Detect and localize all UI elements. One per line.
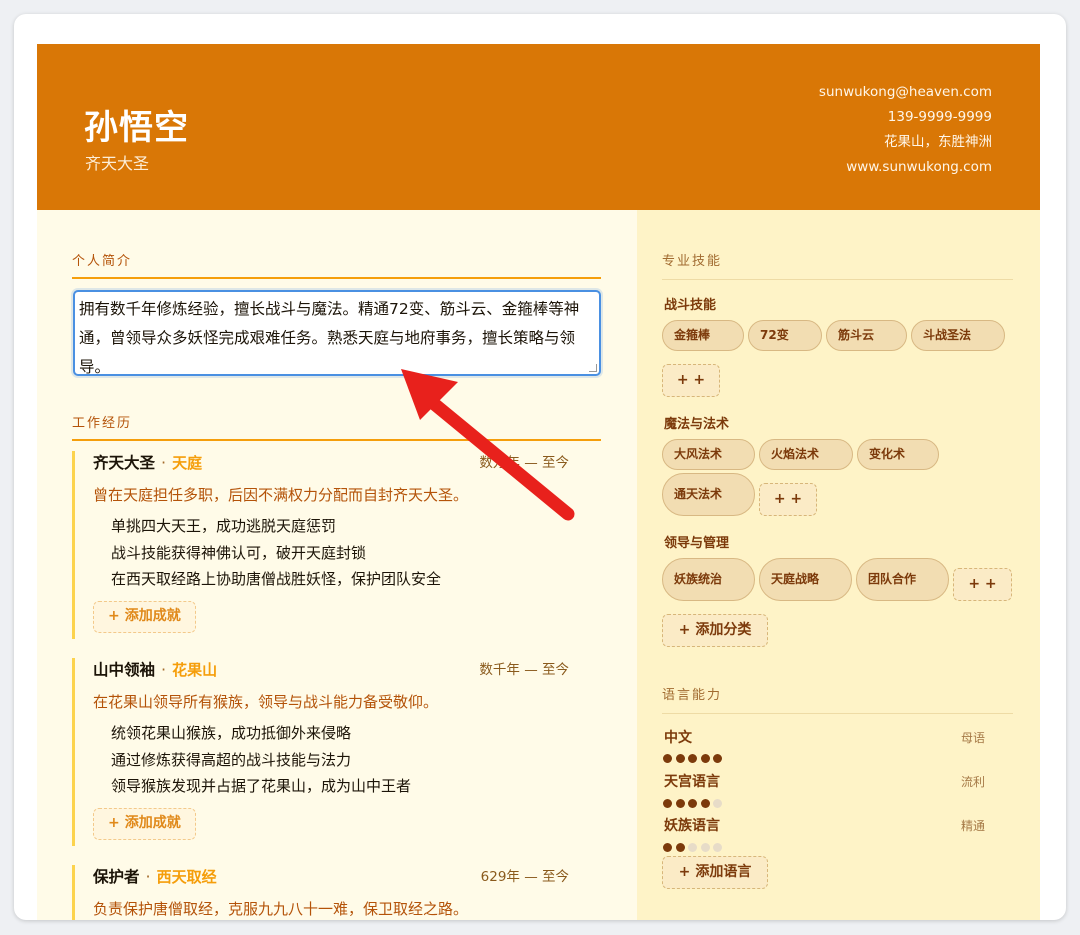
rating-dot [675,843,685,852]
language-name[interactable]: 中文 [664,727,692,747]
plus-icon: + [108,814,120,831]
job-description[interactable]: 负责保护唐僧取经，克服九九八十一难，保卫取经之路。 [93,898,601,919]
rating-dot [688,754,697,763]
skill-tag[interactable]: 变化术 [857,439,939,470]
language-level[interactable]: 流利 [961,773,985,790]
rating-dot [713,843,722,852]
rating-dot [700,843,710,852]
rating-dot [700,754,710,763]
rating-dot [700,799,710,808]
contact-location[interactable]: 花果山，东胜神洲 [819,130,992,155]
skill-tag[interactable]: 妖族统治 [662,558,755,601]
summary-textarea[interactable]: 拥有数千年修炼经验，擅长战斗与魔法。精通72变、筋斗云、金箍棒等神通，曾领导众多… [73,290,601,376]
add-skill-button[interactable]: + + [662,364,720,397]
skill-tag[interactable]: 火焰法术 [759,439,853,470]
achievement-list: 单挑四大天王，成功逃脱天庭惩罚 战斗技能获得神佛认可，破开天庭封锁 在西天取经路… [93,513,601,593]
skill-tag[interactable]: 金箍棒 [662,320,744,351]
resume-header: 孙悟空 齐天大圣 sunwukong@heaven.com 139-9999-9… [37,44,1040,210]
skill-category-title[interactable]: 战斗技能 [664,294,716,313]
resize-handle-icon[interactable] [589,364,597,372]
language-name[interactable]: 天宫语言 [664,771,720,791]
main-column: 个人简介 拥有数千年修炼经验，擅长战斗与魔法。精通72变、筋斗云、金箍棒等神通，… [37,210,637,920]
add-achievement-button[interactable]: + 添加成就 [93,600,196,633]
achievement-item[interactable]: 统领花果山猴族，成功抵御外来侵略 [111,720,601,747]
rating-dot [675,799,685,808]
rating-dot [688,799,697,808]
sidebar-column: 专业技能 战斗技能 金箍棒 72变 筋斗云 斗战圣法 + + 魔法与法术 大风法… [637,210,1040,920]
rating-dot [663,799,672,808]
achievement-item[interactable]: 战斗技能获得神佛认可，破开天庭封锁 [111,540,601,567]
rating-dot [663,843,672,852]
language-level[interactable]: 母语 [961,729,985,746]
plus-icon: + [678,622,691,638]
job-description[interactable]: 曾在天庭担任多职，后因不满权力分配而自封齐天大圣。 [93,484,601,505]
resume-name[interactable]: 孙悟空 [84,100,189,149]
section-title-languages: 语言能力 [662,684,1013,714]
rating-dot [663,754,672,763]
achievement-item[interactable]: 单挑四大天王，成功逃脱天庭惩罚 [111,513,601,540]
rating-dot [713,754,722,763]
resume-title[interactable]: 齐天大圣 [85,150,149,174]
job-date[interactable]: 数万年 — 至今 [479,451,569,471]
language-rating[interactable] [663,837,726,852]
language-rating[interactable] [663,748,726,763]
job-date[interactable]: 629年 — 至今 [481,865,569,885]
add-language-button[interactable]: + 添加语言 [662,856,768,889]
achievement-item[interactable]: 通过修炼获得高超的战斗技能与法力 [111,747,601,774]
skill-category-title[interactable]: 领导与管理 [664,532,729,551]
add-skill-button[interactable]: + + [953,568,1012,601]
skill-tag[interactable]: 通天法术 [662,473,755,516]
contact-website[interactable]: www.sunwukong.com [819,155,992,180]
section-title-summary: 个人简介 [72,250,601,279]
job-organization[interactable]: 花果山 [172,661,217,679]
add-language-label: 添加语言 [695,864,752,880]
achievement-list: 统领花果山猴族，成功抵御外来侵略 通过修炼获得高超的战斗技能与法力 领导猴族发现… [93,720,601,800]
language-name[interactable]: 妖族语言 [664,815,720,835]
separator-dot: · [145,867,151,886]
skill-tag[interactable]: 72变 [748,320,822,351]
job-entry: 保护者 · 西天取经 629年 — 至今 负责保护唐僧取经，克服九九八十一难，保卫取… [72,865,601,920]
resume-page: 孙悟空 齐天大圣 sunwukong@heaven.com 139-9999-9… [37,44,1040,920]
achievement-item[interactable]: 领导猴族发现并占据了花果山，成为山中王者 [111,773,601,800]
skill-tag[interactable]: 天庭战略 [759,558,852,601]
achievement-item[interactable]: 在西天取经路上协助唐僧战胜妖怪，保护团队安全 [111,566,601,593]
rating-dot [675,754,685,763]
skill-tag[interactable]: 斗战圣法 [911,320,1005,351]
job-description[interactable]: 在花果山领导所有猴族，领导与战斗能力备受敬仰。 [93,691,601,712]
skill-tag[interactable]: 筋斗云 [826,320,907,351]
skill-tag[interactable]: 团队合作 [856,558,949,601]
plus-icon: + [108,607,120,624]
rating-dot [713,799,722,808]
add-achievement-label: 添加成就 [124,607,181,624]
job-role[interactable]: 保护者 [93,868,140,886]
plus-icon: + [678,864,691,880]
language-level[interactable]: 精通 [961,817,985,834]
skill-category-title[interactable]: 魔法与法术 [664,413,729,432]
job-entry: 齐天大圣 · 天庭 数万年 — 至今 曾在天庭担任多职，后因不满权力分配而自封齐天大… [72,451,601,639]
job-entry: 山中领袖 · 花果山 数千年 — 至今 在花果山领导所有猴族，领导与战斗能力备受敬仰… [72,658,601,846]
add-category-button[interactable]: + 添加分类 [662,614,768,647]
contact-info: sunwukong@heaven.com 139-9999-9999 花果山，东… [819,80,992,180]
add-category-label: 添加分类 [695,622,752,638]
add-achievement-button[interactable]: + 添加成就 [93,807,196,840]
job-role[interactable]: 齐天大圣 [93,454,155,472]
summary-text: 拥有数千年修炼经验，擅长战斗与魔法。精通72变、筋斗云、金箍棒等神通，曾领导众多… [79,300,580,376]
contact-email[interactable]: sunwukong@heaven.com [819,80,992,105]
contact-phone[interactable]: 139-9999-9999 [819,105,992,130]
skill-tag[interactable]: 大风法术 [662,439,755,470]
section-title-experience: 工作经历 [72,412,601,441]
section-title-skills: 专业技能 [662,250,1013,280]
job-organization[interactable]: 天庭 [172,454,202,472]
add-achievement-label: 添加成就 [124,814,181,831]
add-skill-button[interactable]: + + [759,483,817,516]
separator-dot: · [161,660,167,679]
separator-dot: · [161,453,167,472]
job-role[interactable]: 山中领袖 [93,661,155,679]
rating-dot [688,843,697,852]
job-organization[interactable]: 西天取经 [157,868,217,886]
job-date[interactable]: 数千年 — 至今 [479,658,569,678]
window-frame: 孙悟空 齐天大圣 sunwukong@heaven.com 139-9999-9… [14,14,1066,920]
language-rating[interactable] [663,793,726,808]
